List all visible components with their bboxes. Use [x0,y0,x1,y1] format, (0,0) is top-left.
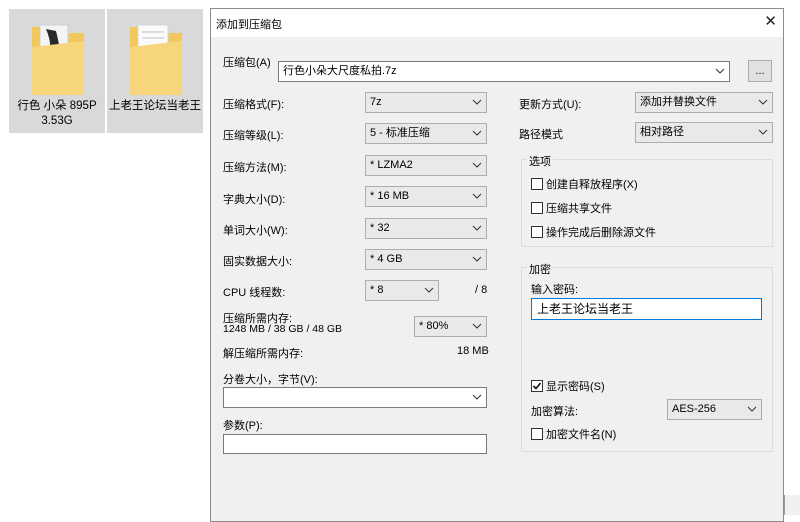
checkbox-box [531,226,543,238]
method-value: * LZMA2 [370,159,413,171]
decomp-label: 解压缩所需内存: [223,348,304,360]
folder-icon [124,17,186,99]
chevron-down-icon [715,62,725,81]
checkbox-box [531,178,543,190]
chevron-down-icon [472,124,482,143]
level-label: 压缩等级(L): [223,130,284,142]
show-password-label: 显示密码(S) [546,381,605,393]
encryption-title: 加密 [527,261,553,277]
chevron-down-icon [424,281,434,300]
update-select[interactable]: 添加并替换文件 [635,92,773,113]
browse-button[interactable]: ... [748,60,772,82]
dialog-title: 添加到压缩包 [216,19,282,31]
word-value: * 32 [370,222,390,234]
chevron-down-icon [472,388,482,407]
sfx-checkbox[interactable]: 创建自释放程序(X) [531,176,638,192]
solid-select[interactable]: * 4 GB [365,249,487,270]
encrypt-names-label: 加密文件名(N) [546,429,617,441]
desktop-area: 行色 小朵 895P 3.53G 上老王论坛当老王 [0,0,210,522]
checkbox-box [531,428,543,440]
word-label: 单词大小(W): [223,225,288,237]
pathmode-label: 路径模式 [519,129,563,141]
window-edge [784,495,800,515]
chevron-down-icon [747,400,757,419]
password-input[interactable]: 上老王论坛当老王 [531,298,762,320]
update-value: 添加并替换文件 [640,96,717,108]
encrypt-names-checkbox[interactable]: 加密文件名(N) [531,426,616,442]
password-value: 上老王论坛当老王 [537,302,634,316]
volume-combo[interactable] [223,387,487,408]
algo-select[interactable]: AES-256 [667,399,762,420]
params-input[interactable] [223,434,487,454]
chevron-down-icon [472,250,482,269]
folder-item-1[interactable]: 行色 小朵 895P 3.53G [9,9,105,133]
close-icon[interactable]: ✕ [764,13,777,31]
pathmode-value: 相对路径 [640,126,684,138]
archive-path-combo[interactable]: 行色小朵大尺度私拍.7z [278,61,730,82]
pwd-label: 输入密码: [531,284,579,296]
chevron-down-icon [472,93,482,112]
archive-path-value: 行色小朵大尺度私拍.7z [283,65,397,77]
folder-name: 上老王论坛当老王 [109,100,201,112]
chevron-down-icon [758,93,768,112]
shared-label: 压缩共享文件 [546,203,612,215]
sfx-label: 创建自释放程序(X) [546,179,638,191]
options-title: 选项 [527,153,553,169]
checkbox-box [531,202,543,214]
folder-icon [26,17,88,99]
word-select[interactable]: * 32 [365,218,487,239]
format-label: 压缩格式(F): [223,99,285,111]
delete-source-checkbox[interactable]: 操作完成后删除源文件 [531,224,656,240]
chevron-down-icon [472,219,482,238]
chevron-down-icon [758,123,768,142]
archive-label: 压缩包(A) [223,57,271,69]
pathmode-select[interactable]: 相对路径 [635,122,773,143]
cpu-label: CPU 线程数: [223,287,286,299]
level-select[interactable]: 5 - 标准压缩 [365,123,487,144]
algo-label: 加密算法: [531,406,579,418]
method-label: 压缩方法(M): [223,162,287,174]
show-password-checkbox[interactable]: 显示密码(S) [531,378,605,394]
folder-name: 行色 小朵 895P 3.53G [17,100,97,127]
solid-label: 固实数据大小: [223,256,293,268]
shared-checkbox[interactable]: 压缩共享文件 [531,200,612,216]
chevron-down-icon [472,317,482,336]
mem-value: * 80% [419,320,449,332]
format-value: 7z [370,96,382,108]
decomp-value: 18 MB [457,345,489,357]
cpu-max: / 8 [475,284,488,296]
dict-select[interactable]: * 16 MB [365,186,487,207]
delete-label: 操作完成后删除源文件 [546,227,656,239]
params-label: 参数(P): [223,420,263,432]
mem-select[interactable]: * 80% [414,316,487,337]
update-label: 更新方式(U): [519,99,582,111]
volume-label: 分卷大小，字节(V): [223,374,318,386]
dict-label: 字典大小(D): [223,194,286,206]
chevron-down-icon [472,156,482,175]
mem-detail: 1248 MB / 38 GB / 48 GB [223,323,343,335]
chevron-down-icon [472,187,482,206]
algo-value: AES-256 [672,403,717,415]
format-select[interactable]: 7z [365,92,487,113]
add-to-archive-dialog: 添加到压缩包 ✕ 压缩包(A) 行色小朵大尺度私拍.7z ... 压缩格式(F)… [210,8,784,522]
method-select[interactable]: * LZMA2 [365,155,487,176]
cpu-value: * 8 [370,284,384,296]
level-value: 5 - 标准压缩 [370,127,430,139]
cpu-select[interactable]: * 8 [365,280,439,301]
folder-item-2[interactable]: 上老王论坛当老王 [107,9,203,133]
solid-value: * 4 GB [370,253,403,265]
checkbox-box [531,380,543,392]
dict-value: * 16 MB [370,190,410,202]
title-bar: 添加到压缩包 ✕ [211,9,783,37]
